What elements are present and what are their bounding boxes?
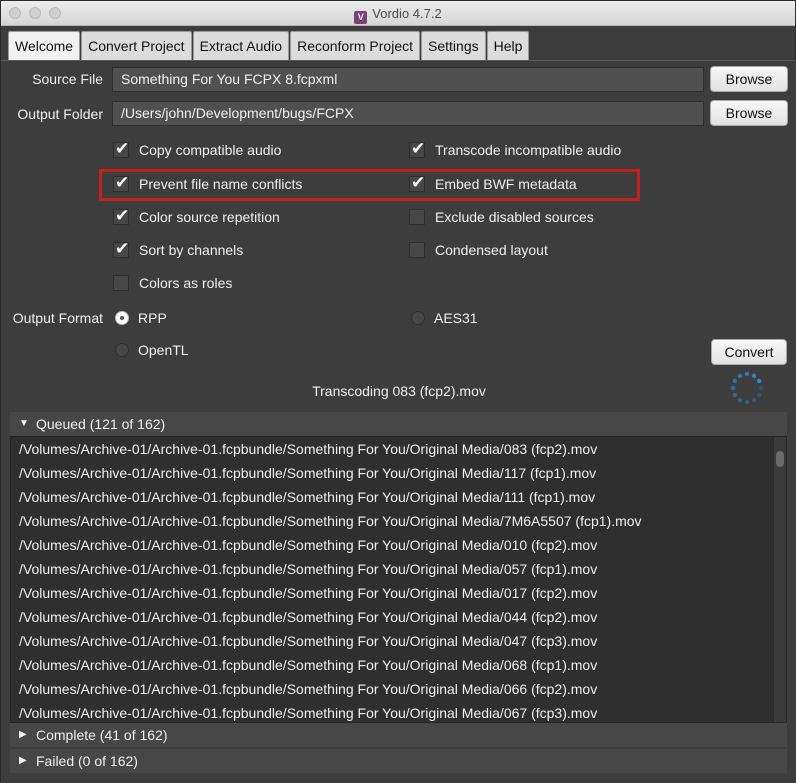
output-browse-button[interactable]: Browse <box>710 100 788 126</box>
queued-list-item[interactable]: /Volumes/Archive-01/Archive-01.fcpbundle… <box>11 461 786 485</box>
tab-settings[interactable]: Settings <box>421 31 486 60</box>
spinner-dot <box>730 385 736 391</box>
tab-convert-project[interactable]: Convert Project <box>81 31 192 60</box>
format-aes31-radio[interactable]: AES31 <box>411 310 478 326</box>
progress-spinner-icon <box>730 371 764 405</box>
spinner-dot <box>756 378 762 384</box>
tab-bar: Welcome Convert Project Extract Audio Re… <box>8 31 530 60</box>
queued-list-item[interactable]: /Volumes/Archive-01/Archive-01.fcpbundle… <box>11 485 786 509</box>
tab-help[interactable]: Help <box>486 31 530 60</box>
spinner-dot <box>732 392 738 398</box>
colors-as-roles-checkbox[interactable]: Colors as roles <box>113 273 232 293</box>
app-window: V Vordio 4.7.2 Welcome Convert Project Ex… <box>0 0 796 783</box>
spinner-dot <box>737 373 743 379</box>
checkbox-label: Copy compatible audio <box>139 142 282 158</box>
queued-list-item[interactable]: /Volumes/Archive-01/Archive-01.fcpbundle… <box>11 437 786 461</box>
tab-welcome[interactable]: Welcome <box>8 31 81 60</box>
checkbox-mark[interactable] <box>113 206 129 226</box>
source-file-label: Source File <box>32 71 103 87</box>
queued-list-item[interactable]: /Volumes/Archive-01/Archive-01.fcpbundle… <box>11 701 786 722</box>
highlight-annotation <box>99 169 640 201</box>
spinner-dot <box>744 399 750 405</box>
color-source-repetition-checkbox[interactable]: Color source repetition <box>113 206 280 227</box>
spinner-dot <box>744 371 750 377</box>
condensed-layout-checkbox[interactable]: Condensed layout <box>409 240 548 260</box>
format-opentl-radio[interactable]: OpenTL <box>115 342 189 358</box>
transcode-incompatible-audio-checkbox[interactable]: Transcode incompatible audio <box>409 139 622 160</box>
output-folder-label: Output Folder <box>17 106 103 122</box>
source-browse-button[interactable]: Browse <box>710 66 788 92</box>
radio-label: RPP <box>138 310 167 326</box>
failed-section-header[interactable]: ▶ Failed (0 of 162) <box>10 749 787 773</box>
queued-list-item[interactable]: /Volumes/Archive-01/Archive-01.fcpbundle… <box>11 629 786 653</box>
complete-header-label: Complete (41 of 162) <box>36 727 168 743</box>
checkbox-label: Sort by channels <box>139 242 244 258</box>
spinner-dot <box>758 385 764 391</box>
checkbox-label: Exclude disabled sources <box>435 209 594 225</box>
checkbox-mark[interactable] <box>113 239 129 259</box>
queued-list-item[interactable]: /Volumes/Archive-01/Archive-01.fcpbundle… <box>11 653 786 677</box>
collapsed-triangle-icon: ▶ <box>19 755 27 766</box>
queued-list[interactable]: /Volumes/Archive-01/Archive-01.fcpbundle… <box>10 436 787 723</box>
checkbox-label: Color source repetition <box>139 209 280 225</box>
format-rpp-radio[interactable]: RPP <box>115 310 167 326</box>
expanded-triangle-icon: ▼ <box>19 418 29 429</box>
app-icon: V <box>354 11 368 24</box>
tab-extract-audio[interactable]: Extract Audio <box>192 31 290 60</box>
convert-button[interactable]: Convert <box>711 339 787 365</box>
scrollbar-thumb[interactable] <box>776 451 784 467</box>
queued-list-item[interactable]: /Volumes/Archive-01/Archive-01.fcpbundle… <box>11 533 786 557</box>
output-format-label: Output Format <box>12 310 103 326</box>
queued-header-label: Queued (121 of 162) <box>36 416 166 432</box>
window-title: Vordio 4.7.2 <box>372 6 442 21</box>
radio-dot[interactable] <box>115 343 129 357</box>
spinner-dot <box>732 378 738 384</box>
checkbox-mark[interactable] <box>409 209 425 225</box>
tab-reconform-project[interactable]: Reconform Project <box>290 31 421 60</box>
copy-compatible-audio-checkbox[interactable]: Copy compatible audio <box>113 139 282 160</box>
spinner-dot <box>751 373 757 379</box>
failed-header-label: Failed (0 of 162) <box>36 753 138 769</box>
convert-panel: Source File Something For You FCPX 8.fcp… <box>1 60 796 783</box>
complete-section-header[interactable]: ▶ Complete (41 of 162) <box>10 723 787 747</box>
queued-list-item[interactable]: /Volumes/Archive-01/Archive-01.fcpbundle… <box>11 581 786 605</box>
queued-list-item[interactable]: /Volumes/Archive-01/Archive-01.fcpbundle… <box>11 557 786 581</box>
checkbox-mark[interactable] <box>409 139 425 159</box>
status-text: Transcoding 083 (fcp2).mov <box>312 383 486 399</box>
window-title-area: V Vordio 4.7.2 <box>1 6 795 24</box>
sort-by-channels-checkbox[interactable]: Sort by channels <box>113 239 244 260</box>
queued-list-item[interactable]: /Volumes/Archive-01/Archive-01.fcpbundle… <box>11 677 786 701</box>
spinner-dot <box>737 397 743 403</box>
title-bar: V Vordio 4.7.2 <box>1 1 795 26</box>
checkbox-mark[interactable] <box>409 242 425 258</box>
queued-section-header[interactable]: ▼ Queued (121 of 162) <box>10 412 787 436</box>
queued-list-scrollbar[interactable] <box>773 437 786 722</box>
collapsed-triangle-icon: ▶ <box>19 729 27 740</box>
source-file-field[interactable]: Something For You FCPX 8.fcpxml <box>112 67 704 92</box>
radio-label: AES31 <box>434 310 478 326</box>
checkbox-mark[interactable] <box>113 275 129 291</box>
exclude-disabled-sources-checkbox[interactable]: Exclude disabled sources <box>409 207 594 227</box>
spinner-dot <box>756 392 762 398</box>
checkbox-mark[interactable] <box>113 139 129 159</box>
spinner-dot <box>751 397 757 403</box>
radio-dot[interactable] <box>115 311 129 325</box>
radio-label: OpenTL <box>138 342 189 358</box>
queued-list-item[interactable]: /Volumes/Archive-01/Archive-01.fcpbundle… <box>11 509 786 533</box>
radio-dot[interactable] <box>411 311 425 325</box>
queued-list-item[interactable]: /Volumes/Archive-01/Archive-01.fcpbundle… <box>11 605 786 629</box>
checkbox-label: Transcode incompatible audio <box>435 142 622 158</box>
checkbox-label: Condensed layout <box>435 242 548 258</box>
output-folder-field[interactable]: /Users/john/Development/bugs/FCPX <box>112 101 704 126</box>
checkbox-label: Colors as roles <box>139 275 233 291</box>
